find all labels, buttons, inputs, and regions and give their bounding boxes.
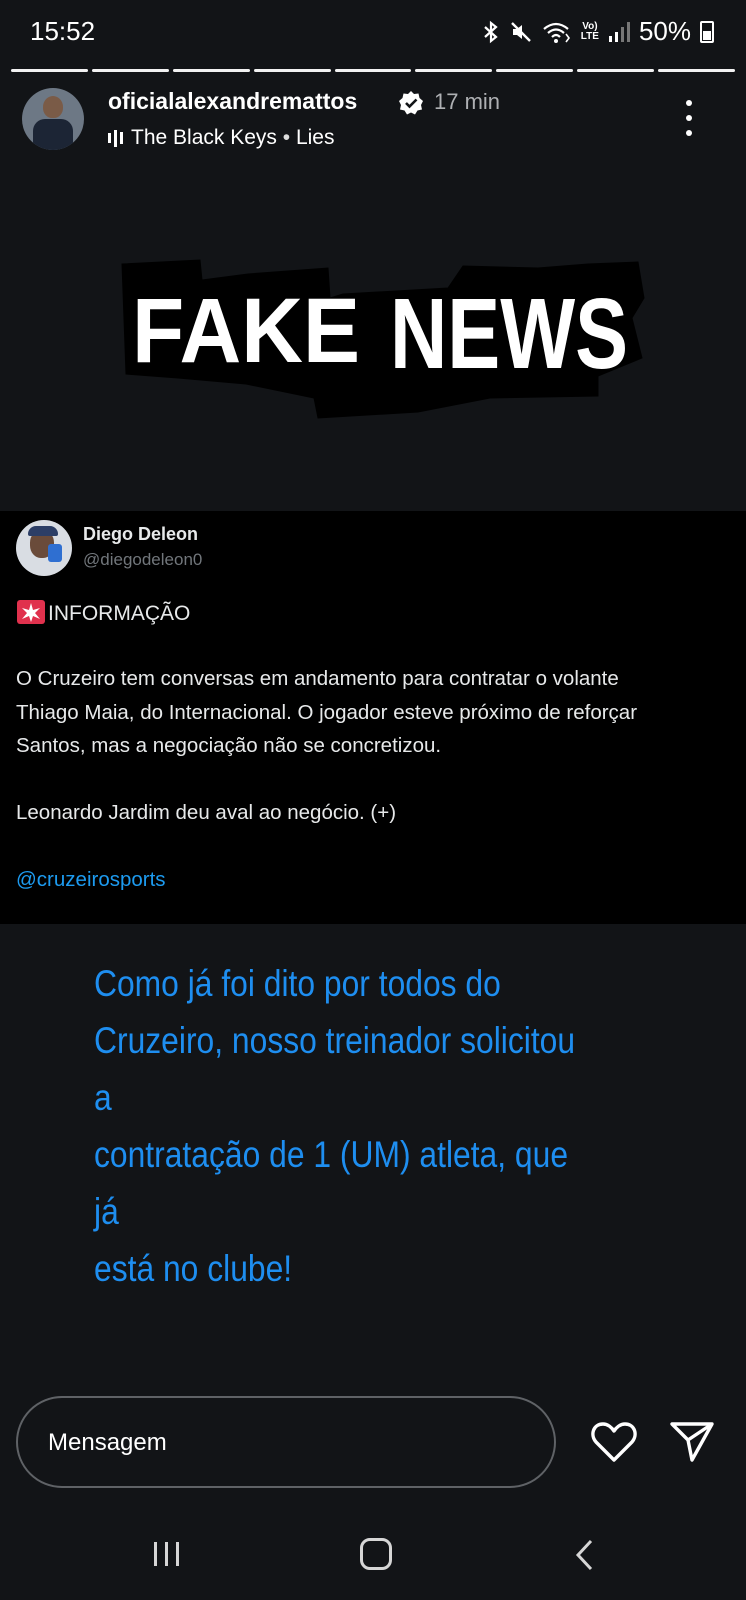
recents-icon[interactable] <box>150 1540 184 1568</box>
tweet-author-name: Diego Deleon <box>83 524 199 544</box>
tweet-author-handle: @diegodeleon0 <box>83 550 203 569</box>
bluetooth-icon <box>484 20 498 43</box>
story-progress-segment <box>577 69 655 72</box>
tweet-text-line-4: Leonardo Jardim deu aval ao negócio. (+) <box>16 801 397 824</box>
music-bars-icon <box>108 129 123 147</box>
story-overlay-text: Como já foi dito por todos do Cruzeiro, … <box>94 955 593 1297</box>
back-icon[interactable] <box>574 1538 594 1572</box>
fake-news-graphic: FAKE NEWS <box>121 259 645 419</box>
story-progress-segment <box>172 69 250 72</box>
story-progress-segment <box>253 69 331 72</box>
siren-emoji-icon <box>17 600 45 624</box>
music-artist: The Black Keys <box>131 126 277 149</box>
story-time-ago: 17 min <box>434 89 501 114</box>
verified-badge-icon <box>399 91 423 115</box>
mute-icon <box>510 21 531 42</box>
tweet-heading: INFORMAÇÃO <box>48 602 191 625</box>
wifi-icon <box>543 22 570 43</box>
profile-avatar[interactable] <box>22 88 84 150</box>
story-progress-segment <box>334 69 412 72</box>
tweet-text-line-1: O Cruzeiro tem conversas em andamento pa… <box>16 667 619 690</box>
story-progress-segment <box>496 69 574 72</box>
tweet-text-line-3: Santos, mas a negociação não se concreti… <box>16 734 442 757</box>
volte-label: Vo) <box>582 20 598 32</box>
music-sticker[interactable]: The Black Keys • Lies <box>108 126 334 150</box>
music-separator: • <box>276 126 296 149</box>
tweet-mention-link[interactable]: @cruzeirosports <box>16 868 166 892</box>
more-options-button[interactable] <box>683 100 695 136</box>
send-icon[interactable] <box>668 1420 716 1464</box>
story-username[interactable]: oficialalexandremattos <box>108 88 357 115</box>
overlay-line-3: contratação de 1 (UM) atleta, que já <box>94 1134 569 1232</box>
story-progress-segment <box>11 69 88 72</box>
signal-icon <box>608 21 630 42</box>
home-icon[interactable] <box>360 1538 392 1570</box>
overlay-line-1: Como já foi dito por todos do <box>94 963 501 1004</box>
story-progress-segment <box>91 69 169 72</box>
story-progress-bar <box>11 69 736 73</box>
heart-icon[interactable] <box>590 1420 638 1464</box>
music-song: Lies <box>295 126 335 149</box>
tweet-text-line-2: Thiago Maia, do Internacional. O jogador… <box>16 701 638 724</box>
fake-news-word-2: NEWS <box>390 278 628 390</box>
tweet-author-avatar <box>16 520 72 576</box>
overlay-line-4: está no clube! <box>94 1248 293 1289</box>
status-time: 15:52 <box>30 16 96 46</box>
lte-label: LTE <box>580 30 599 42</box>
battery-percent: 50% <box>638 16 691 46</box>
story-progress-segment <box>658 69 736 72</box>
battery-icon <box>700 20 714 43</box>
overlay-line-2: Cruzeiro, nosso treinador solicitou a <box>94 1020 576 1118</box>
story-progress-segment <box>415 69 493 72</box>
message-placeholder: Mensagem <box>48 1429 167 1456</box>
status-icons: Vo) LTE 50% <box>482 16 714 47</box>
volte-lte-indicator: Vo) LTE <box>580 20 599 42</box>
fake-news-word-1: FAKE <box>132 280 360 382</box>
